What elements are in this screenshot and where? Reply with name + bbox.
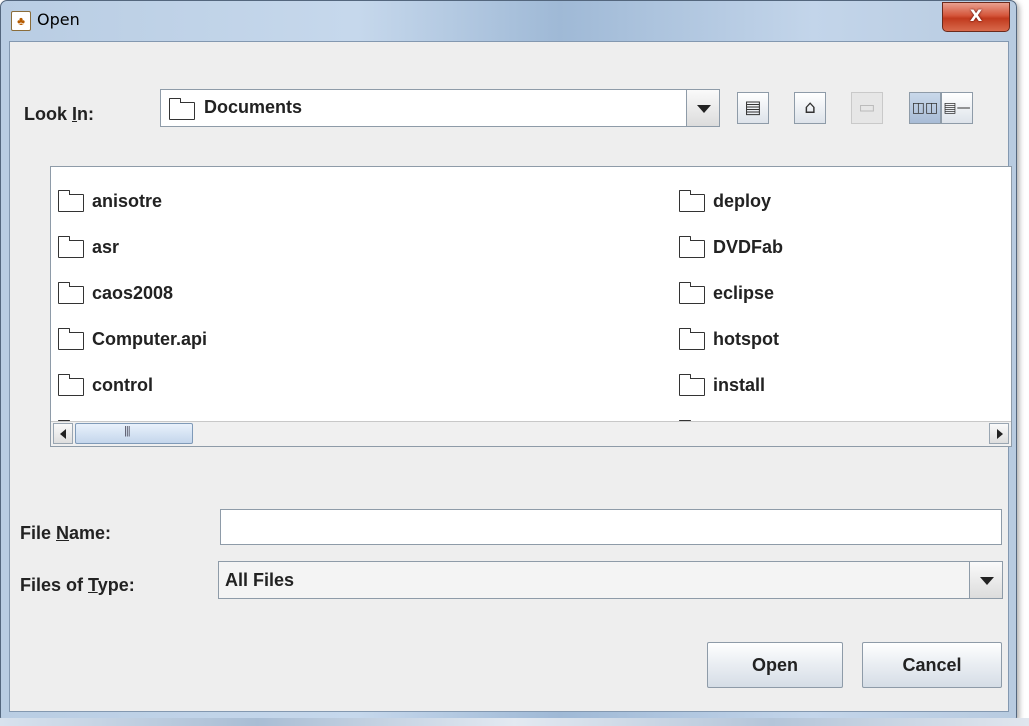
new-folder-button[interactable]: ▭ bbox=[851, 92, 883, 124]
file-name-text: asr bbox=[92, 236, 120, 257]
list-view-button[interactable]: ◫◫ bbox=[909, 92, 941, 124]
file-type-value: All Files bbox=[225, 570, 295, 590]
folder-icon bbox=[678, 281, 705, 304]
file-type-label: Files of Type: bbox=[20, 575, 135, 595]
folder-icon bbox=[678, 373, 705, 396]
folder-icon bbox=[57, 281, 84, 304]
file-name-text: eclipse bbox=[713, 282, 775, 303]
folder-icon bbox=[678, 327, 705, 350]
list-item[interactable]: asr bbox=[57, 224, 207, 270]
details-view-icon: ▤— bbox=[943, 100, 971, 116]
look-in-label: Look In: bbox=[24, 104, 95, 124]
desktop-background bbox=[0, 718, 1029, 726]
list-item[interactable]: Computer.api bbox=[57, 316, 208, 362]
file-name-text: caos2008 bbox=[92, 282, 174, 303]
list-item[interactable]: hotspot bbox=[678, 316, 783, 362]
home-icon: ⌂ bbox=[804, 97, 816, 118]
scrollbar-thumb[interactable] bbox=[75, 423, 193, 444]
chevron-down-icon[interactable] bbox=[686, 90, 719, 126]
close-button[interactable]: X bbox=[942, 2, 1010, 32]
list-item[interactable]: deploy bbox=[678, 178, 783, 224]
title-bar[interactable]: ♣ Open X bbox=[1, 1, 1016, 41]
new-folder-icon: ▭ bbox=[858, 97, 876, 118]
file-name-text: anisotre bbox=[92, 190, 163, 211]
file-name-field[interactable] bbox=[220, 509, 1002, 545]
list-item[interactable]: control bbox=[57, 362, 207, 408]
folder-icon bbox=[57, 373, 84, 396]
scroll-left-icon[interactable] bbox=[53, 423, 73, 444]
folder-icon bbox=[57, 327, 84, 350]
file-type-combo[interactable]: All Files bbox=[218, 561, 1003, 599]
java-app-icon: ♣ bbox=[11, 11, 31, 31]
file-list[interactable]: anisotre asr caos2008 Computer.api contr… bbox=[50, 166, 1012, 447]
list-view-icon: ◫◫ bbox=[911, 100, 939, 116]
file-name-text: control bbox=[92, 374, 153, 395]
list-item[interactable]: DVDFab bbox=[678, 224, 784, 270]
folder-icon bbox=[678, 189, 705, 212]
file-name-text: DVDFab bbox=[713, 236, 784, 257]
details-view-button[interactable]: ▤— bbox=[941, 92, 973, 124]
file-name-text: deploy bbox=[713, 190, 772, 211]
look-in-value: Documents bbox=[204, 97, 303, 117]
open-button[interactable]: Open bbox=[707, 642, 843, 688]
horizontal-scrollbar[interactable] bbox=[51, 421, 1011, 446]
home-button[interactable]: ⌂ bbox=[794, 92, 826, 124]
dialog-body: Look In: Documents ▤ ⌂ ▭ ◫◫ ▤— anisotre … bbox=[9, 41, 1012, 712]
list-item[interactable]: caos2008 bbox=[57, 270, 207, 316]
chevron-down-icon[interactable] bbox=[969, 562, 1002, 598]
scroll-right-icon[interactable] bbox=[989, 423, 1009, 444]
look-in-combo[interactable]: Documents bbox=[160, 89, 720, 127]
list-item[interactable]: anisotre bbox=[57, 178, 207, 224]
file-name-text: install bbox=[713, 374, 766, 395]
list-item[interactable]: eclipse bbox=[678, 270, 783, 316]
list-item[interactable]: install bbox=[678, 362, 783, 408]
folder-icon bbox=[57, 189, 84, 212]
file-name-label: File Name: bbox=[20, 523, 112, 543]
folder-icon bbox=[678, 235, 705, 258]
open-dialog-window: ♣ Open X Look In: Documents ▤ ⌂ ▭ ◫◫ ▤— bbox=[0, 0, 1017, 720]
cancel-button[interactable]: Cancel bbox=[862, 642, 1002, 688]
up-one-level-button[interactable]: ▤ bbox=[737, 92, 769, 124]
file-column-left: anisotre asr caos2008 Computer.api contr… bbox=[57, 178, 208, 454]
folder-icon bbox=[168, 98, 195, 120]
up-one-level-icon: ▤ bbox=[744, 97, 762, 118]
folder-icon bbox=[57, 235, 84, 258]
file-column-right: deploy DVDFab eclipse hotspot install j2… bbox=[678, 178, 784, 454]
file-name-text: hotspot bbox=[713, 328, 779, 349]
file-name-text: Computer.api bbox=[92, 328, 208, 349]
window-title: Open bbox=[37, 10, 80, 29]
